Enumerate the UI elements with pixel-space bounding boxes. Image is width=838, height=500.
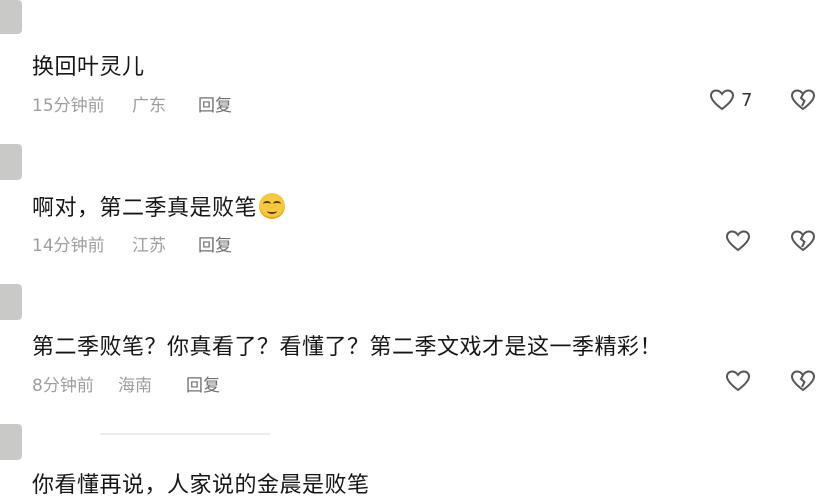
heart-outline-icon [709, 88, 735, 112]
broken-heart-icon [790, 229, 816, 253]
dislike-button[interactable] [790, 88, 816, 112]
broken-heart-icon [790, 88, 816, 112]
avatar[interactable] [0, 284, 22, 320]
divider [100, 433, 270, 435]
heart-outline-icon [725, 229, 751, 253]
comment-text: 换回叶灵儿 [32, 55, 145, 80]
comment-location: 江苏 [132, 236, 166, 256]
comment-text: 啊对，第二季真是败笔 [32, 190, 286, 222]
comment-location: 海南 [118, 376, 152, 396]
like-button[interactable] [725, 229, 751, 253]
avatar[interactable] [0, 424, 22, 460]
dislike-button[interactable] [790, 369, 816, 393]
comment-location: 广东 [132, 96, 166, 116]
reply-button[interactable]: 回复 [198, 91, 232, 116]
like-button[interactable]: 7 [709, 88, 752, 112]
like-button[interactable] [725, 369, 751, 393]
comment-time: 14分钟前 [32, 236, 105, 256]
comment-time: 15分钟前 [32, 96, 105, 116]
heart-outline-icon [725, 369, 751, 393]
comment-time: 8分钟前 [32, 376, 94, 396]
reply-button[interactable]: 回复 [186, 371, 220, 396]
comment-text-content: 啊对，第二季真是败笔 [32, 196, 258, 221]
like-count: 7 [741, 89, 753, 111]
avatar[interactable] [0, 144, 22, 180]
dislike-button[interactable] [790, 229, 816, 253]
avatar[interactable] [0, 0, 22, 34]
comment-text: 你看懂再说，人家说的金晨是败笔 [32, 473, 370, 498]
broken-heart-icon [790, 369, 816, 393]
reply-button[interactable]: 回复 [198, 231, 232, 256]
smirk-emoji [259, 193, 286, 219]
comment-text: 第二季败笔？你真看了？看懂了？第二季文戏才是这一季精彩！ [32, 335, 663, 360]
